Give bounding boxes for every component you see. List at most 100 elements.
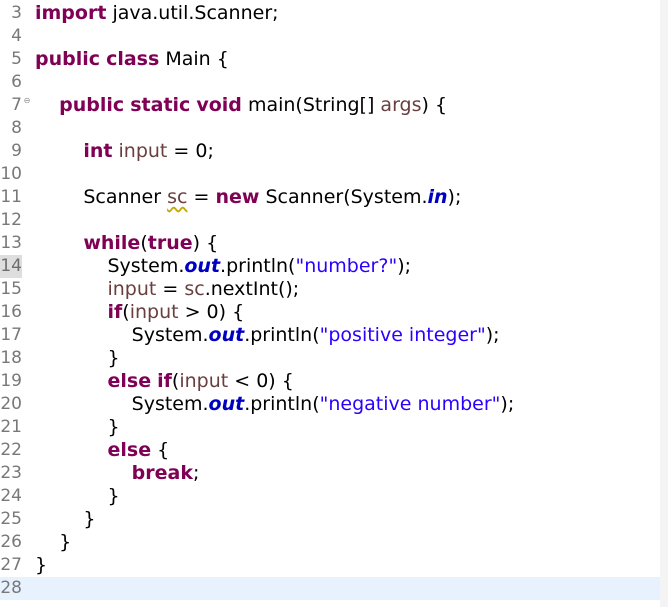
code-line[interactable]: 6: [0, 71, 660, 94]
vertical-scrollbar[interactable]: [660, 0, 668, 607]
code-line[interactable]: 3 import java.util.Scanner;: [0, 2, 660, 25]
code-text: System.out.println("positive integer");: [35, 324, 500, 347]
code-token: ) {: [192, 232, 219, 254]
code-token: }: [35, 531, 72, 553]
code-token: );: [485, 324, 500, 346]
code-text: }: [35, 347, 120, 370]
code-token: .println(: [244, 324, 320, 346]
code-line[interactable]: 14 System.out.println("number?");: [0, 255, 660, 278]
line-number: 3: [11, 3, 22, 23]
code-token: }: [35, 554, 48, 576]
line-number: 15: [0, 279, 22, 299]
code-line[interactable]: 8: [0, 117, 660, 140]
line-number: 23: [0, 463, 22, 483]
code-token: public: [59, 94, 125, 116]
code-line[interactable]: 26 }: [0, 531, 660, 554]
code-line[interactable]: 28: [0, 577, 660, 600]
code-token: java.util.Scanner;: [106, 2, 279, 24]
code-token: sc: [167, 186, 188, 208]
code-text: }: [35, 531, 71, 554]
code-text: }: [35, 416, 119, 439]
code-token: < 0) {: [228, 370, 294, 392]
code-token: input: [179, 370, 229, 392]
code-token: args: [380, 94, 422, 116]
code-token: input: [129, 301, 179, 323]
code-token: ) {: [421, 94, 448, 116]
code-line[interactable]: 13 while(true) {: [0, 232, 660, 255]
code-token: Scanner: [35, 186, 168, 208]
code-text: break;: [35, 462, 200, 485]
code-text: System.out.println("negative number");: [35, 393, 515, 416]
code-line[interactable]: 16 if(input > 0) {: [0, 301, 660, 324]
code-line[interactable]: 21 }: [0, 416, 660, 439]
code-line[interactable]: 9 int input = 0;: [0, 140, 660, 163]
code-token: );: [500, 393, 515, 415]
code-line[interactable]: 4: [0, 25, 660, 48]
line-number: 21: [0, 417, 22, 437]
code-token: public: [35, 48, 101, 70]
code-line[interactable]: 20 System.out.println("negative number")…: [0, 393, 660, 416]
code-token: input: [107, 278, 157, 300]
code-token: = 0;: [167, 140, 214, 162]
line-number: 5: [11, 49, 22, 69]
code-line[interactable]: 22 else {: [0, 439, 660, 462]
line-number: 16: [0, 302, 22, 322]
code-token: int: [83, 140, 113, 162]
line-number: 24: [0, 486, 22, 506]
line-number: 10: [0, 164, 22, 184]
code-token: "negative number": [319, 393, 501, 415]
fold-toggle-icon[interactable]: ⊖: [22, 96, 32, 106]
code-line[interactable]: 15 input = sc.nextInt();: [0, 278, 660, 301]
code-line[interactable]: 23 break;: [0, 462, 660, 485]
code-token: void: [196, 94, 242, 116]
line-number: 25: [0, 509, 22, 529]
code-token: main(String[]: [241, 94, 381, 116]
code-line[interactable]: 27}: [0, 554, 660, 577]
code-token: new: [215, 186, 260, 208]
line-number: 27: [0, 555, 22, 575]
code-token: in: [427, 186, 448, 208]
code-line[interactable]: 12: [0, 209, 660, 232]
code-token: .println(: [244, 393, 320, 415]
code-token: out: [208, 324, 245, 346]
code-text: while(true) {: [35, 232, 218, 255]
code-line[interactable]: 19 else if(input < 0) {: [0, 370, 660, 393]
code-line[interactable]: 18 }: [0, 347, 660, 370]
code-line[interactable]: 11 Scanner sc = new Scanner(System.in);: [0, 186, 660, 209]
code-line[interactable]: 24 }: [0, 485, 660, 508]
code-text: }: [35, 485, 120, 508]
code-token: {: [151, 439, 170, 461]
code-token: =: [187, 186, 216, 208]
code-text: if(input > 0) {: [35, 301, 244, 324]
code-token: while: [83, 232, 141, 254]
code-editor[interactable]: 3 import java.util.Scanner; 4 5 public class…: [0, 0, 668, 607]
line-number: 12: [0, 210, 22, 230]
code-token: if: [107, 301, 123, 323]
code-line[interactable]: 25 }: [0, 508, 660, 531]
code-text: int input = 0;: [35, 140, 214, 163]
code-token: }: [35, 347, 120, 369]
code-text: input = sc.nextInt();: [35, 278, 299, 301]
code-line[interactable]: 5 public class Main {: [0, 48, 660, 71]
code-line[interactable]: 10: [0, 163, 660, 186]
code-token: }: [35, 485, 120, 507]
code-token: System.: [35, 255, 185, 277]
code-token: );: [397, 255, 412, 277]
code-line[interactable]: 7 ⊖ public static void main(String[] args…: [0, 94, 660, 117]
code-token: out: [208, 393, 245, 415]
line-number: 20: [0, 394, 22, 414]
code-token: System.: [35, 324, 209, 346]
code-token: }: [35, 508, 96, 530]
code-token: sc: [184, 278, 205, 300]
line-number: 7: [11, 95, 22, 115]
code-line[interactable]: 17 System.out.println("positive integer"…: [0, 324, 660, 347]
code-text: public static void main(String[] args) {: [35, 94, 447, 117]
code-token: );: [447, 186, 462, 208]
line-number: 6: [11, 72, 22, 92]
code-token: input: [118, 140, 168, 162]
code-token: .nextInt();: [204, 278, 300, 300]
code-token: class: [106, 48, 160, 70]
